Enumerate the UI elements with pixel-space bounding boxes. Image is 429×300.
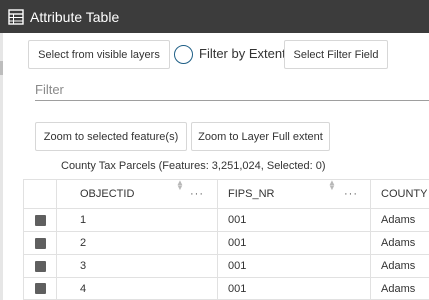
zoom-to-selected-button[interactable]: Zoom to selected feature(s) (35, 122, 187, 151)
attribute-grid: OBJECTID ▲ ▼ ··· FIPS_NR ▲ ▼ ··· COUNTY 1 … (23, 179, 429, 300)
objectid-cell: 2 (80, 237, 87, 249)
panel-left-edge (0, 33, 3, 300)
objectid-cell: 4 (80, 282, 87, 295)
county-cell: Adams (381, 282, 416, 295)
window-title: Attribute Table (30, 8, 120, 25)
filter-by-extent-radio[interactable] (174, 45, 193, 64)
row-select-checkbox[interactable] (35, 232, 46, 254)
header-row: OBJECTID ▲ ▼ ··· FIPS_NR ▲ ▼ ··· COUNTY (24, 179, 429, 209)
table-icon (8, 8, 24, 25)
resize-handle[interactable] (0, 61, 3, 75)
fips-nr-cell: 001 (228, 282, 247, 295)
select-filter-field-button[interactable]: Select Filter Field (284, 40, 388, 69)
table-row[interactable]: 1 001 Adams (24, 209, 429, 232)
county-cell: Adams (381, 214, 416, 226)
zoom-to-full-extent-button[interactable]: Zoom to Layer Full extent (191, 122, 330, 151)
column-header-objectid[interactable]: OBJECTID (80, 180, 134, 208)
column-divider (370, 180, 371, 208)
table-row[interactable]: 3 001 Adams (24, 255, 429, 278)
objectid-cell: 1 (80, 214, 87, 226)
sort-icon[interactable]: ▲ ▼ (328, 180, 336, 208)
table-row[interactable]: 4 001 Adams (24, 278, 429, 300)
column-divider (56, 180, 57, 208)
row-select-checkbox[interactable] (35, 209, 46, 231)
county-cell: Adams (381, 237, 416, 249)
row-select-checkbox[interactable] (35, 278, 46, 299)
column-divider (217, 180, 218, 208)
column-menu-icon[interactable]: ··· (344, 180, 358, 208)
filter-input[interactable] (35, 79, 429, 101)
filter-by-extent-label[interactable]: Filter by Extent (199, 46, 286, 61)
layer-feature-count: County Tax Parcels (Features: 3,251,024,… (61, 160, 326, 172)
column-header-fips-nr[interactable]: FIPS_NR (228, 180, 274, 208)
title-bar: Attribute Table (0, 0, 429, 33)
sort-icon[interactable]: ▲ ▼ (176, 180, 184, 208)
fips-nr-cell: 001 (228, 214, 247, 226)
column-header-county[interactable]: COUNTY (381, 180, 427, 208)
fips-nr-cell: 001 (228, 237, 247, 249)
table-row[interactable]: 2 001 Adams (24, 232, 429, 255)
fips-nr-cell: 001 (228, 260, 247, 272)
row-select-checkbox[interactable] (35, 255, 46, 277)
select-visible-layers-button[interactable]: Select from visible layers (28, 40, 170, 69)
objectid-cell: 3 (80, 260, 87, 272)
column-menu-icon[interactable]: ··· (190, 180, 204, 208)
county-cell: Adams (381, 260, 416, 272)
